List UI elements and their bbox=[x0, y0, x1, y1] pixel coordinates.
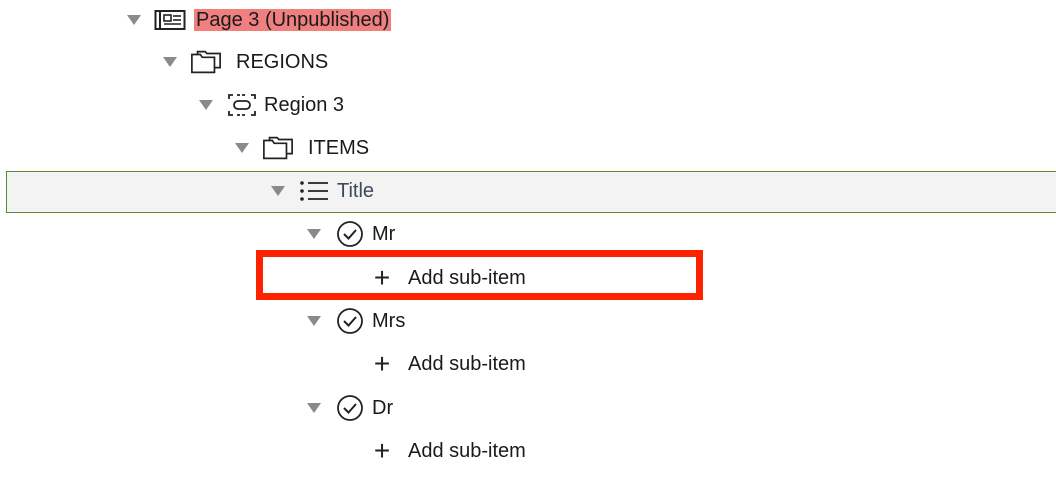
title-label: Title bbox=[337, 180, 375, 202]
add-sub-item-label: Add sub-item bbox=[408, 440, 526, 462]
page-label: Page 3 (Unpublished) bbox=[194, 9, 392, 31]
plus-icon: + bbox=[373, 348, 391, 379]
collapse-toggle[interactable] bbox=[271, 186, 285, 196]
option-label: Mrs bbox=[372, 310, 406, 332]
region-icon bbox=[226, 91, 258, 119]
regions-label: REGIONS bbox=[236, 51, 329, 73]
tree-node-option[interactable]: Mr bbox=[0, 214, 1056, 254]
plus-icon: + bbox=[373, 262, 391, 293]
plus-icon: + bbox=[373, 435, 391, 466]
region-label: Region 3 bbox=[264, 94, 345, 116]
tree-node-page[interactable]: Page 3 (Unpublished) bbox=[0, 0, 1056, 40]
collapse-toggle[interactable] bbox=[307, 229, 321, 239]
tree-node-option[interactable]: Dr bbox=[0, 388, 1056, 428]
add-sub-item-label: Add sub-item bbox=[408, 267, 526, 289]
tree-node-items[interactable]: ITEMS bbox=[0, 128, 1056, 168]
collapse-toggle[interactable] bbox=[307, 403, 321, 413]
option-label: Mr bbox=[372, 223, 396, 245]
add-sub-item-button[interactable]: + Add sub-item bbox=[0, 344, 1056, 384]
collapse-toggle[interactable] bbox=[235, 143, 249, 153]
option-label: Dr bbox=[372, 397, 394, 419]
items-label: ITEMS bbox=[308, 137, 370, 159]
collapse-toggle[interactable] bbox=[199, 100, 213, 110]
add-sub-item-button[interactable]: + Add sub-item bbox=[0, 258, 1056, 298]
tree-node-region[interactable]: Region 3 bbox=[0, 85, 1056, 125]
check-circle-icon bbox=[334, 307, 366, 335]
add-sub-item-button[interactable]: + Add sub-item bbox=[0, 431, 1056, 471]
list-icon bbox=[298, 177, 330, 205]
tree-node-title[interactable]: Title bbox=[6, 171, 1056, 213]
folder-icon bbox=[262, 134, 294, 162]
folder-icon bbox=[190, 48, 222, 76]
tree-node-option[interactable]: Mrs bbox=[0, 301, 1056, 341]
page-layout-icon bbox=[154, 6, 186, 34]
add-sub-item-label: Add sub-item bbox=[408, 353, 526, 375]
tree-node-regions[interactable]: REGIONS bbox=[0, 42, 1056, 82]
collapse-toggle[interactable] bbox=[163, 57, 177, 67]
collapse-toggle[interactable] bbox=[127, 15, 141, 25]
check-circle-icon bbox=[334, 220, 366, 248]
collapse-toggle[interactable] bbox=[307, 316, 321, 326]
tree-view: Page 3 (Unpublished) REGIONS Region 3 IT… bbox=[0, 0, 1056, 480]
check-circle-icon bbox=[334, 394, 366, 422]
